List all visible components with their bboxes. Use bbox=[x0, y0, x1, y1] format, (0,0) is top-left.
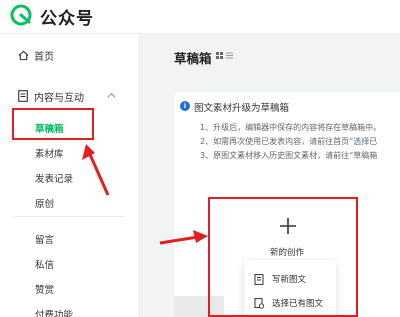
sidebar-item-materials[interactable]: 素材库 bbox=[0, 142, 140, 164]
document-icon bbox=[17, 90, 29, 102]
sidebar: 首页 内容与互动 草稿箱 素材库 发表记录 原创 留言 私信 赞赏 付费功能 bbox=[0, 34, 140, 317]
notice-line-3: 3、原图文素材移入历史图文素材，请前往“草稿箱 bbox=[200, 150, 377, 161]
logo-icon bbox=[10, 4, 32, 26]
sidebar-item-home-label: 首页 bbox=[34, 51, 54, 63]
sidebar-item-rewards[interactable]: 赞赏 bbox=[0, 278, 140, 300]
notice-line-2: 2、如需再次使用已发表内容，请前往首页“选择已 bbox=[200, 136, 377, 147]
sidebar-item-paid-features[interactable]: 付费功能 bbox=[0, 303, 140, 317]
notice-line-3-text: 3、原图文素材移入历史图文素材，请前往“草稿箱 bbox=[200, 151, 378, 160]
annotation-box-drafts bbox=[12, 108, 94, 140]
notice-line-1: 1、升级后，编辑器中保存的内容将存在草稿箱中。 bbox=[200, 122, 381, 133]
app-title: 公众号 bbox=[40, 9, 94, 29]
chevron-up-icon bbox=[107, 92, 116, 98]
page: 公众号 首页 内容与互动 草稿箱 素材库 发表记录 原创 留言 私信 赞赏 付费… bbox=[0, 0, 400, 317]
sidebar-item-messages[interactable]: 私信 bbox=[0, 253, 140, 275]
notice-title: 图文素材升级为草稿箱 bbox=[194, 103, 290, 114]
view-toggle-icon[interactable] bbox=[216, 52, 234, 60]
sidebar-item-original[interactable]: 原创 bbox=[0, 192, 140, 214]
sidebar-divider bbox=[14, 216, 124, 217]
sidebar-item-publish-records[interactable]: 发表记录 bbox=[0, 167, 140, 189]
sidebar-item-home[interactable]: 首页 bbox=[0, 44, 140, 66]
notice-line-1-text: 1、升级后，编辑器中保存的内容将存在草稿箱中。 bbox=[200, 123, 382, 132]
page-title: 草稿箱 bbox=[174, 51, 212, 66]
notice-line-2-text: 2、如需再次使用已发表内容，请前往首页“ bbox=[200, 137, 354, 146]
home-icon bbox=[17, 49, 29, 61]
sidebar-section-content-label: 内容与互动 bbox=[34, 92, 84, 104]
info-icon: i bbox=[180, 101, 190, 111]
upgrade-notice-content: i 图文素材升级为草稿箱 1、升级后，编辑器中保存的内容将存在草稿箱中。 2、如… bbox=[180, 100, 400, 172]
top-bar: 公众号 bbox=[0, 0, 400, 34]
notice-link[interactable]: 选择已 bbox=[353, 137, 377, 146]
sidebar-item-comments[interactable]: 留言 bbox=[0, 228, 140, 250]
annotation-box-create bbox=[208, 197, 358, 317]
sidebar-section-content[interactable]: 内容与互动 bbox=[0, 85, 140, 107]
